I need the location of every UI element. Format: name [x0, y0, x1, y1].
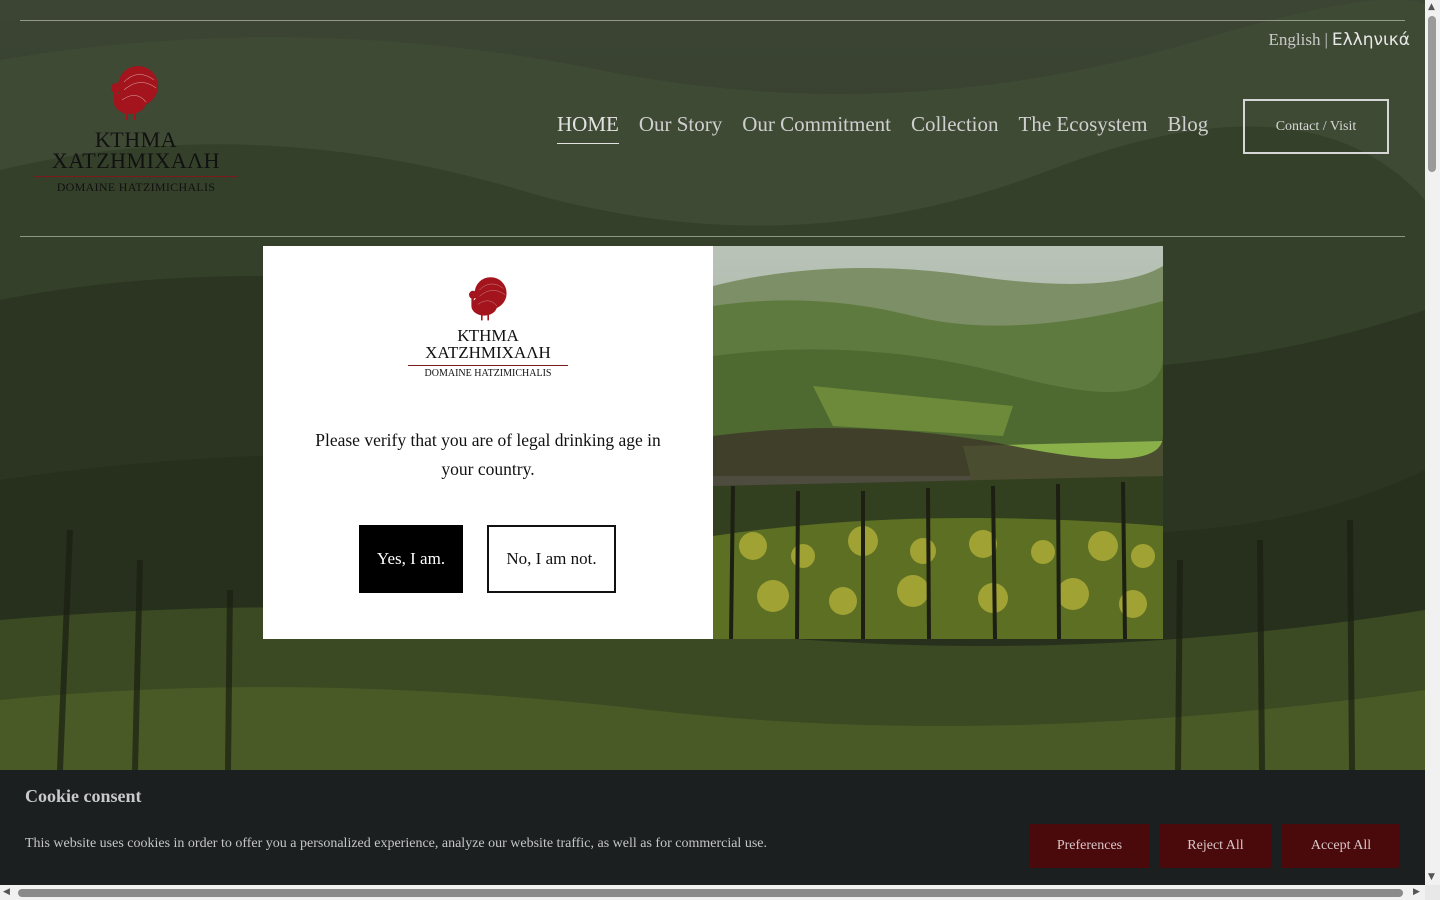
header-bottom-divider	[20, 236, 1405, 237]
lang-separator: |	[1324, 30, 1328, 49]
nav-the-ecosystem[interactable]: The Ecosystem	[1019, 112, 1148, 144]
modal-logo-greek-line-2: ΧΑΤΖΗΜΙΧΑΛΗ	[425, 343, 551, 362]
contact-visit-button[interactable]: Contact / Visit	[1243, 99, 1389, 154]
logo-rule	[34, 176, 238, 177]
cookie-reject-all-button[interactable]: Reject All	[1159, 824, 1272, 868]
vertical-scrollbar[interactable]: ▲ ▼	[1425, 0, 1440, 885]
cookie-title: Cookie consent	[25, 786, 142, 806]
lang-greek-link[interactable]: Ελληνικά	[1332, 30, 1410, 50]
age-verification-modal: ΚΤΗΜΑ ΧΑΤΖΗΜΙΧΑΛΗ DOMAINE HATZIMICHALIS …	[263, 246, 1163, 639]
scroll-down-arrow-icon[interactable]: ▼	[1428, 872, 1435, 882]
language-switcher: English | Ελληνικά	[1269, 30, 1410, 50]
cookie-text: This website uses cookies in order to of…	[25, 836, 767, 851]
logo-greek-line-1: ΚΤΗΜΑ	[94, 127, 178, 152]
cookie-accept-all-button[interactable]: Accept All	[1282, 824, 1400, 868]
horizontal-scrollbar[interactable]: ◀ ▶	[0, 885, 1425, 900]
modal-logo: ΚΤΗΜΑ ΧΑΤΖΗΜΙΧΑΛΗ DOMAINE HATZIMICHALIS	[406, 274, 570, 382]
nav-our-commitment[interactable]: Our Commitment	[742, 112, 891, 144]
logo-latin-line: DOMAINE HATZIMICHALIS	[56, 180, 216, 194]
vertical-scroll-thumb[interactable]	[1428, 16, 1436, 172]
turkey-emblem-icon	[111, 66, 158, 120]
age-verification-message: Please verify that you are of legal drin…	[315, 430, 661, 479]
nav-collection[interactable]: Collection	[911, 112, 999, 144]
horizontal-scroll-thumb[interactable]	[18, 889, 1403, 897]
scroll-left-arrow-icon[interactable]: ◀	[3, 887, 10, 897]
modal-logo-latin-line: DOMAINE HATZIMICHALIS	[424, 368, 552, 379]
logo-greek-line-2: ΧΑΤΖΗΜΙΧΑΛΗ	[51, 148, 221, 173]
nav-home[interactable]: HOME	[557, 112, 619, 144]
modal-logo-rule	[408, 365, 568, 366]
cookie-consent-bar: Cookie consent This website uses cookies…	[0, 770, 1425, 885]
scroll-up-arrow-icon[interactable]: ▲	[1428, 2, 1435, 12]
header-top-divider	[20, 20, 1405, 21]
age-no-button[interactable]: No, I am not.	[487, 525, 616, 593]
lang-english-link[interactable]: English	[1269, 30, 1321, 49]
turkey-emblem-icon	[469, 277, 507, 321]
site-logo[interactable]: ΚΤΗΜΑ ΧΑΤΖΗΜΙΧΑΛΗ DOMAINE HATZIMICHALIS	[30, 60, 242, 200]
nav-blog[interactable]: Blog	[1167, 112, 1208, 144]
modal-content: ΚΤΗΜΑ ΧΑΤΖΗΜΙΧΑΛΗ DOMAINE HATZIMICHALIS …	[263, 246, 713, 639]
modal-vineyard-image	[713, 246, 1163, 639]
scrollbar-corner	[1425, 885, 1440, 900]
modal-logo-greek-line-1: ΚΤΗΜΑ	[457, 326, 519, 345]
cookie-preferences-button[interactable]: Preferences	[1029, 824, 1150, 868]
nav-our-story[interactable]: Our Story	[639, 112, 722, 144]
age-yes-button[interactable]: Yes, I am.	[359, 525, 463, 593]
scroll-right-arrow-icon[interactable]: ▶	[1413, 887, 1420, 897]
main-nav: HOME Our Story Our Commitment Collection…	[557, 112, 1228, 144]
